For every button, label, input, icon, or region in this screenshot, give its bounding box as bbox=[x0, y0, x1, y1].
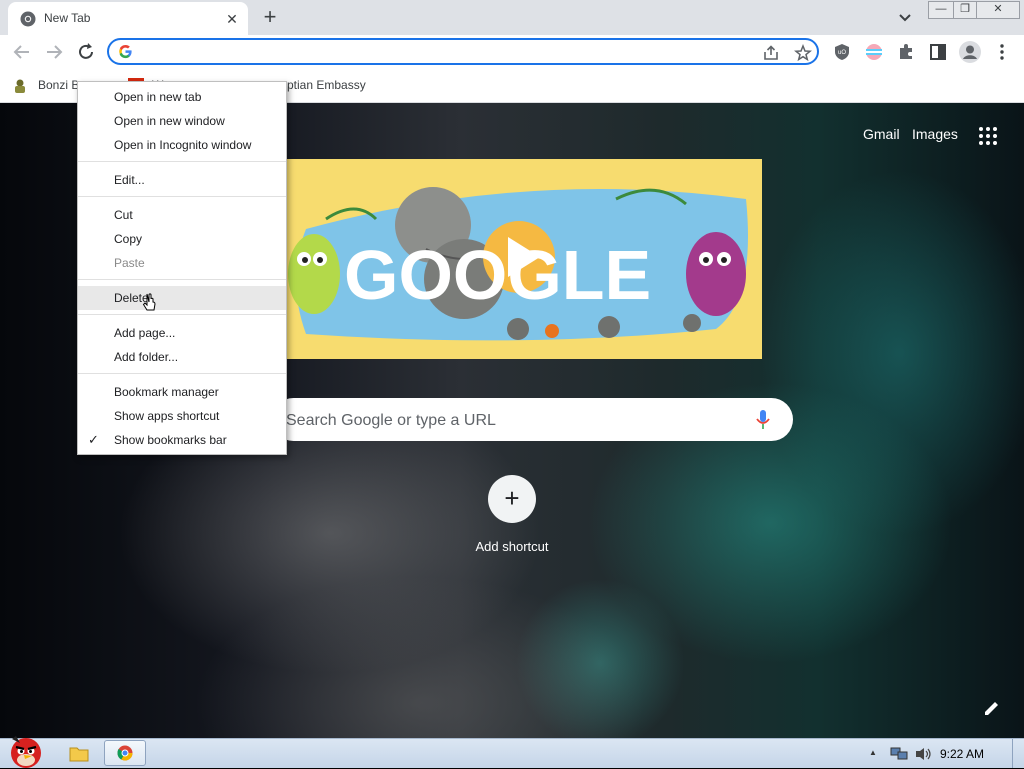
pride-extension-icon[interactable] bbox=[864, 42, 884, 62]
menu-item-copy[interactable]: Copy bbox=[78, 227, 286, 251]
menu-item-show-bookmarks-bar[interactable]: Show bookmarks bar bbox=[78, 428, 286, 452]
close-window-button[interactable]: ✕ bbox=[976, 1, 1020, 19]
file-explorer-icon[interactable] bbox=[69, 745, 89, 762]
back-icon[interactable] bbox=[10, 40, 34, 64]
profile-avatar-icon[interactable] bbox=[958, 40, 982, 64]
tab-title: New Tab bbox=[44, 11, 91, 25]
menu-separator bbox=[78, 196, 286, 197]
tab-close-icon[interactable]: ✕ bbox=[222, 9, 242, 29]
gmail-link[interactable]: Gmail bbox=[863, 126, 900, 142]
menu-separator bbox=[78, 279, 286, 280]
menu-separator bbox=[78, 161, 286, 162]
bonzi-favicon-icon bbox=[15, 79, 25, 93]
taskbar-clock[interactable]: 9:22 AM bbox=[940, 747, 984, 761]
menu-separator bbox=[78, 373, 286, 374]
bookmark-label: ptian Embassy bbox=[287, 78, 366, 92]
menu-item-paste: Paste bbox=[114, 256, 145, 270]
bookmark-label: Bonzi B bbox=[38, 78, 80, 92]
ublock-extension-icon[interactable]: uO bbox=[833, 43, 851, 61]
google-g-icon bbox=[119, 44, 132, 59]
svg-text:uO: uO bbox=[838, 50, 846, 56]
chrome-taskbar-icon bbox=[117, 745, 133, 761]
microphone-icon[interactable] bbox=[755, 409, 771, 431]
forward-icon[interactable] bbox=[42, 40, 66, 64]
restore-button[interactable]: ❐ bbox=[953, 1, 977, 19]
side-panel-icon[interactable] bbox=[928, 42, 948, 62]
menu-separator bbox=[78, 314, 286, 315]
menu-item-edit[interactable]: Edit... bbox=[78, 168, 286, 192]
checkmark-icon: ✓ bbox=[88, 432, 99, 447]
tab-new-tab[interactable]: New Tab ✕ bbox=[8, 2, 248, 35]
tab-search-icon[interactable] bbox=[894, 6, 916, 28]
ntp-search-box[interactable] bbox=[272, 398, 793, 441]
reload-icon[interactable] bbox=[74, 40, 98, 64]
menu-item-delete[interactable]: Delete bbox=[78, 286, 286, 310]
volume-icon[interactable] bbox=[914, 746, 932, 762]
bookmark-context-menu: Open in new tab Open in new window Open … bbox=[77, 81, 287, 455]
chrome-logo-icon bbox=[20, 11, 36, 27]
show-desktop-button[interactable] bbox=[1012, 739, 1024, 768]
menu-item-add-page[interactable]: Add page... bbox=[78, 321, 286, 345]
google-doodle[interactable]: GOOGLE bbox=[286, 159, 762, 359]
tray-expand-icon[interactable]: ▲ bbox=[869, 748, 877, 757]
bookmark-star-icon[interactable] bbox=[794, 44, 812, 62]
toolbar: uO bbox=[0, 35, 1024, 70]
taskbar: ▲ 9:22 AM bbox=[0, 736, 1024, 768]
search-input[interactable] bbox=[284, 410, 728, 432]
menu-item-open-incognito[interactable]: Open in Incognito window bbox=[78, 133, 286, 157]
extensions-puzzle-icon[interactable] bbox=[896, 42, 916, 62]
tab-strip: New Tab ✕ + — ❐ ✕ bbox=[0, 0, 1024, 35]
new-tab-button[interactable]: + bbox=[256, 6, 284, 28]
images-link[interactable]: Images bbox=[912, 126, 958, 142]
start-button-angry-bird-icon[interactable] bbox=[4, 733, 48, 769]
minimize-button[interactable]: — bbox=[928, 1, 954, 19]
menu-item-open-new-window[interactable]: Open in new window bbox=[78, 109, 286, 133]
add-shortcut-button[interactable]: + bbox=[488, 475, 536, 523]
apps-grid-icon[interactable] bbox=[977, 125, 999, 147]
menu-item-bookmark-manager[interactable]: Bookmark manager bbox=[78, 380, 286, 404]
share-icon[interactable] bbox=[762, 44, 780, 62]
menu-item-cut[interactable]: Cut bbox=[78, 203, 286, 227]
menu-item-add-folder[interactable]: Add folder... bbox=[78, 345, 286, 369]
doodle-artwork: GOOGLE bbox=[288, 187, 748, 341]
menu-item-show-apps-shortcut[interactable]: Show apps shortcut bbox=[78, 404, 286, 428]
chrome-taskbar-button[interactable] bbox=[104, 740, 146, 766]
network-icon[interactable] bbox=[890, 746, 908, 762]
customize-pencil-icon[interactable] bbox=[982, 698, 1002, 718]
omnibox-input[interactable] bbox=[139, 43, 743, 63]
address-bar[interactable] bbox=[107, 38, 819, 65]
chrome-menu-icon[interactable] bbox=[992, 42, 1012, 62]
doodle-text: GOOGLE bbox=[344, 236, 651, 314]
add-shortcut-label: Add shortcut bbox=[475, 539, 549, 554]
mouse-pointer-icon bbox=[142, 293, 156, 311]
menu-item-open-new-tab[interactable]: Open in new tab bbox=[78, 85, 286, 109]
